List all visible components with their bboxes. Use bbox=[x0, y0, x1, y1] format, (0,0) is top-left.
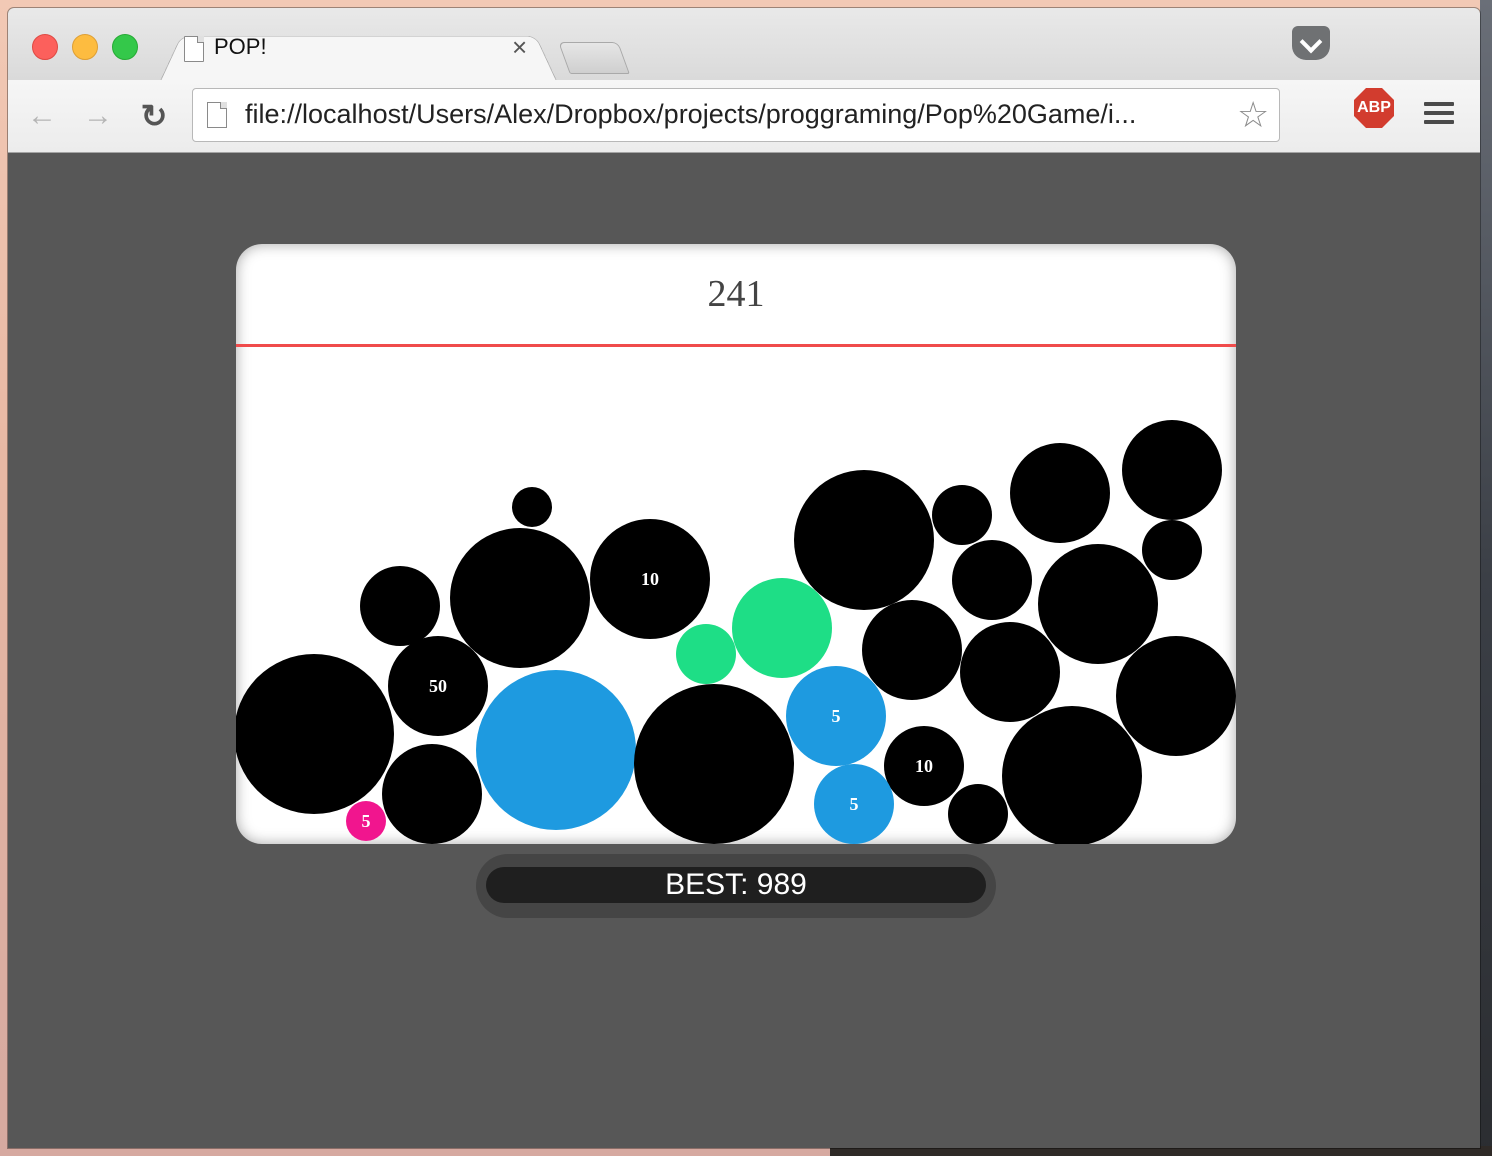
bubble-points-label: 50 bbox=[429, 675, 447, 696]
bubble[interactable]: 10 bbox=[884, 726, 964, 806]
bubble[interactable] bbox=[676, 624, 736, 684]
back-arrow-icon[interactable]: ← bbox=[24, 98, 60, 134]
bubble[interactable] bbox=[236, 654, 394, 814]
bubble[interactable] bbox=[382, 744, 482, 844]
reload-icon[interactable]: ↻ bbox=[136, 98, 172, 134]
bubble[interactable] bbox=[1142, 520, 1202, 580]
adblock-plus-icon[interactable]: ABP bbox=[1354, 88, 1394, 128]
danger-line bbox=[236, 344, 1236, 347]
bubble[interactable] bbox=[360, 566, 440, 646]
game-board[interactable]: 241 10 50 5 10 5 5 bbox=[236, 244, 1236, 844]
bubble[interactable] bbox=[1122, 420, 1222, 520]
tab-title: POP! bbox=[214, 34, 267, 59]
best-score: BEST: 989 bbox=[486, 867, 986, 903]
toolbar: ← → ↻ file://localhost/Users/Alex/Dropbo… bbox=[8, 80, 1480, 153]
best-score-panel: BEST: 989 bbox=[476, 854, 996, 918]
bubble[interactable] bbox=[1116, 636, 1236, 756]
bubble-points-label: 5 bbox=[849, 793, 859, 814]
desktop-background bbox=[1480, 0, 1492, 1156]
bubble[interactable] bbox=[512, 487, 552, 527]
bubble[interactable] bbox=[948, 784, 1008, 844]
bubble[interactable]: 5 bbox=[346, 801, 386, 841]
bubble[interactable] bbox=[952, 540, 1032, 620]
bubble[interactable]: 50 bbox=[388, 636, 488, 736]
tab-page-icon bbox=[184, 36, 204, 62]
bubble[interactable] bbox=[476, 670, 636, 830]
close-window-button[interactable] bbox=[32, 34, 58, 60]
bubble[interactable] bbox=[960, 622, 1060, 722]
bubble-points-label: 5 bbox=[361, 810, 371, 831]
new-tab-button[interactable] bbox=[558, 42, 630, 74]
tab-content: POP! × bbox=[180, 30, 540, 70]
bubble[interactable] bbox=[794, 470, 934, 610]
address-bar[interactable]: file://localhost/Users/Alex/Dropbox/proj… bbox=[192, 88, 1280, 142]
menu-icon[interactable] bbox=[1424, 102, 1454, 124]
bubble-points-label: 10 bbox=[641, 568, 659, 589]
bubble[interactable]: 5 bbox=[814, 764, 894, 844]
bookmark-star-icon[interactable]: ☆ bbox=[1237, 95, 1269, 135]
pocket-icon[interactable] bbox=[1292, 26, 1330, 60]
bubble-points-label: 5 bbox=[831, 705, 841, 726]
page-icon bbox=[207, 102, 227, 128]
bubble[interactable] bbox=[634, 684, 794, 844]
bubble[interactable] bbox=[932, 485, 992, 545]
forward-arrow-icon[interactable]: → bbox=[80, 98, 116, 134]
tab-close-icon[interactable]: × bbox=[512, 32, 527, 62]
bubble[interactable] bbox=[1010, 443, 1110, 543]
minimize-window-button[interactable] bbox=[72, 34, 98, 60]
zoom-window-button[interactable] bbox=[112, 34, 138, 60]
score: 241 bbox=[707, 273, 765, 315]
bubble[interactable] bbox=[450, 528, 590, 668]
bubble[interactable] bbox=[732, 578, 832, 678]
bubble[interactable] bbox=[1038, 544, 1158, 664]
bubble-points-label: 10 bbox=[915, 755, 933, 776]
bubble[interactable] bbox=[862, 600, 962, 700]
bubble[interactable]: 10 bbox=[590, 519, 710, 639]
bubble[interactable]: 5 bbox=[786, 666, 886, 766]
bubble[interactable] bbox=[1002, 706, 1142, 844]
url-text[interactable]: file://localhost/Users/Alex/Dropbox/proj… bbox=[245, 99, 1215, 130]
